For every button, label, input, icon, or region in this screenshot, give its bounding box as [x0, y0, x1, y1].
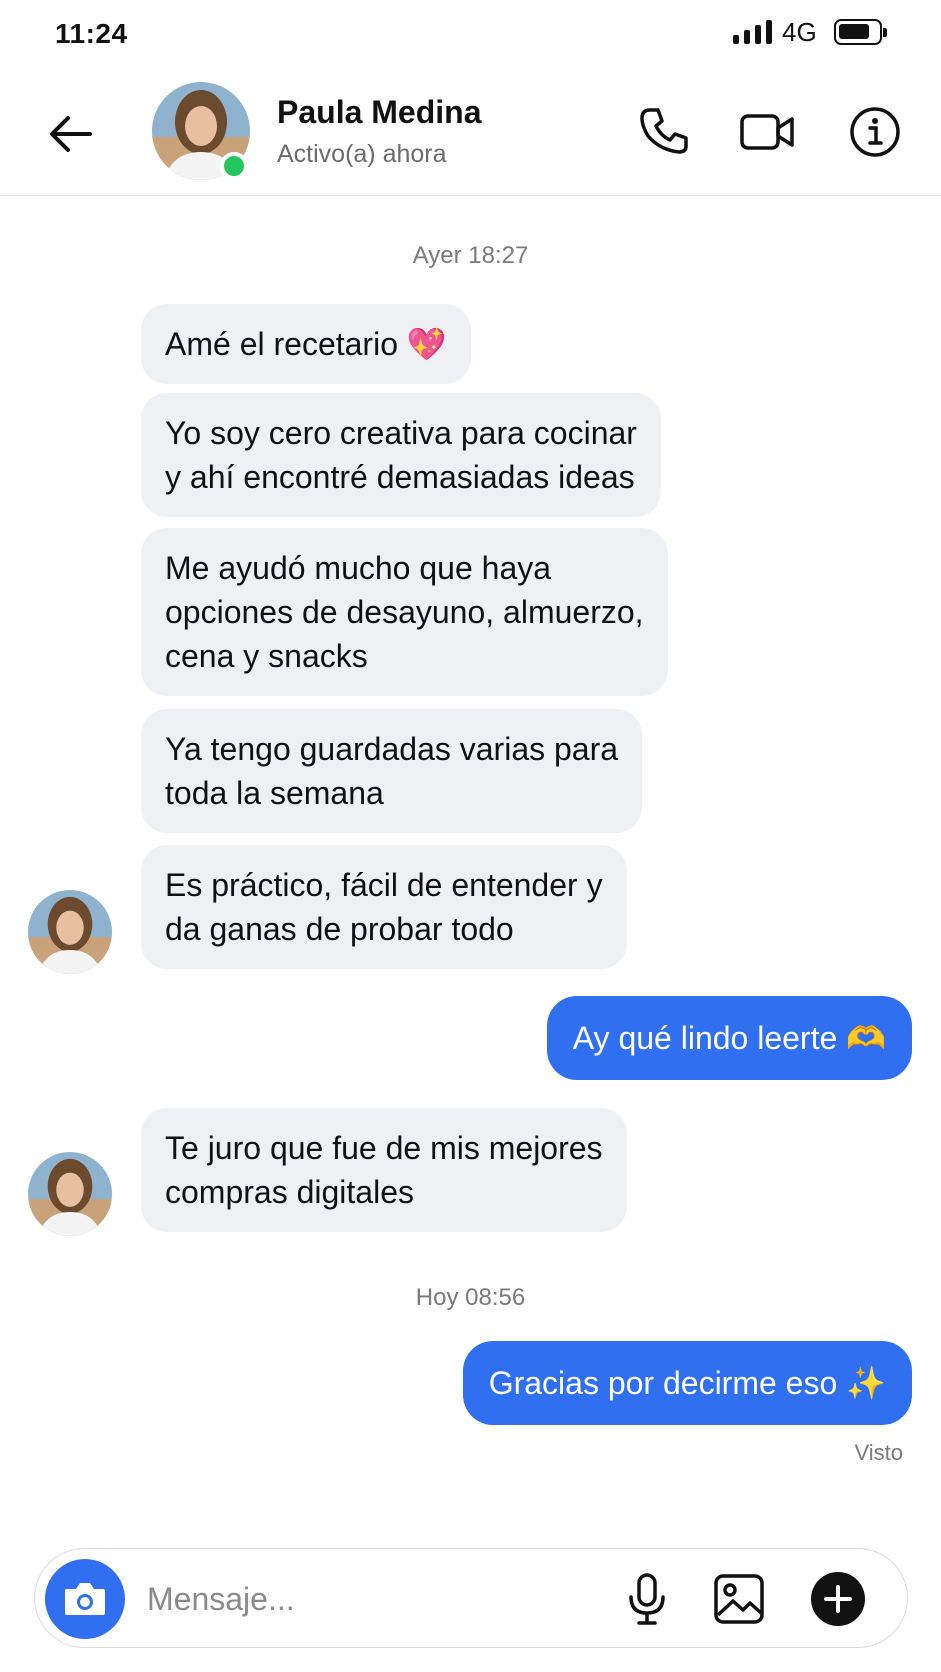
message-composer [34, 1548, 908, 1648]
incoming-message[interactable]: Me ayudó mucho que haya opciones de desa… [141, 528, 668, 696]
sender-avatar[interactable] [28, 1152, 112, 1236]
plus-icon [811, 1572, 865, 1626]
battery-icon [834, 19, 887, 45]
chat-header: Paula Medina Activo(a) ahora [0, 70, 941, 196]
info-icon [850, 107, 900, 157]
contact-name[interactable]: Paula Medina [277, 94, 482, 131]
incoming-message[interactable]: Ya tengo guardadas varias para toda la s… [141, 709, 643, 833]
seen-receipt: Visto [854, 1440, 903, 1465]
timestamp: Ayer 18:27 [412, 242, 529, 269]
signal-icon [733, 20, 772, 44]
image-icon [714, 1574, 764, 1624]
incoming-message[interactable]: Es práctico, fácil de entender y da gana… [141, 845, 627, 969]
info-button[interactable] [845, 102, 905, 162]
avatar-photo [28, 1152, 112, 1236]
camera-icon [65, 1583, 105, 1615]
contact-status: Activo(a) ahora [277, 140, 447, 168]
incoming-message[interactable]: Amé el recetario 💖 [141, 304, 471, 384]
outgoing-message[interactable]: Gracias por decirme eso ✨ [462, 1341, 912, 1425]
incoming-message[interactable]: Yo soy cero creativa para cocinar y ahí … [141, 393, 661, 517]
sender-avatar[interactable] [28, 890, 112, 974]
camera-button[interactable] [45, 1559, 125, 1639]
avatar-photo [28, 890, 112, 974]
add-button[interactable] [806, 1567, 870, 1631]
microphone-icon [629, 1573, 665, 1625]
incoming-message[interactable]: Te juro que fue de mis mejores compras d… [141, 1108, 627, 1232]
gallery-button[interactable] [707, 1567, 771, 1631]
phone-icon [640, 108, 688, 154]
back-button[interactable] [44, 106, 100, 162]
video-camera-icon [740, 114, 794, 150]
timestamp: Hoy 08:56 [415, 1284, 526, 1311]
video-call-button[interactable] [738, 102, 798, 162]
online-indicator [220, 152, 248, 180]
status-bar: 11:24 4G [0, 0, 941, 70]
call-button[interactable] [634, 102, 694, 162]
back-arrow-icon [50, 116, 92, 152]
network-type: 4G [782, 17, 817, 47]
outgoing-message[interactable]: Ay qué lindo leerte 🫶 [546, 996, 912, 1080]
status-time: 11:24 [55, 18, 128, 49]
message-input[interactable] [147, 1577, 627, 1621]
voice-message-button[interactable] [615, 1567, 679, 1631]
